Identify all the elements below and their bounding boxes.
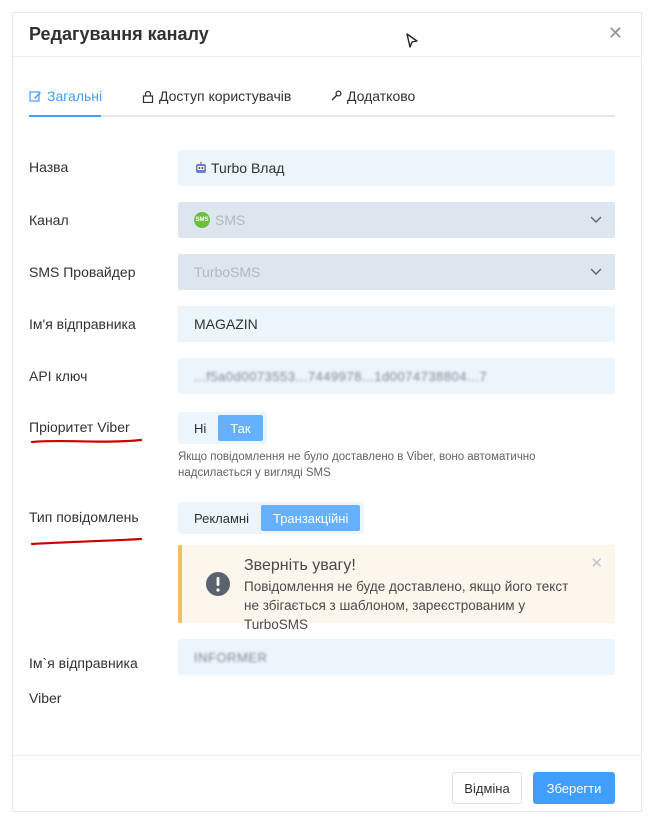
edit-icon — [29, 90, 41, 102]
close-icon[interactable]: ✕ — [590, 554, 603, 572]
tab-user-access[interactable]: Доступ користувачів — [142, 88, 291, 104]
tab-general[interactable]: Загальні — [29, 88, 102, 104]
api-key-label: API ключ — [29, 368, 88, 384]
viber-sender-label: Ім`я відправника Viber — [29, 655, 138, 706]
sender-value: MAGAZIN — [194, 316, 258, 332]
chevron-down-icon — [590, 216, 602, 223]
provider-value: TurboSMS — [194, 264, 261, 280]
exclamation-icon — [206, 572, 230, 596]
tab-bar: Загальні Доступ користувачів Додатково — [29, 85, 615, 117]
tab-general-label: Загальні — [47, 88, 103, 104]
viber-priority-no[interactable]: Ні — [182, 415, 218, 441]
warning-alert: Зверніть увагу! Повідомлення не буде дос… — [178, 545, 615, 632]
active-tab-indicator — [29, 115, 101, 117]
viber-priority-yes[interactable]: Так — [218, 415, 263, 441]
cancel-button[interactable]: Відміна — [452, 772, 522, 804]
save-button[interactable]: Зберегти — [533, 772, 615, 804]
channel-select[interactable]: SMS SMS — [178, 202, 615, 238]
chevron-down-icon — [590, 268, 602, 275]
red-underline-annotation — [31, 537, 143, 546]
red-underline-annotation — [31, 438, 143, 444]
name-label: Назва — [29, 159, 69, 175]
message-type-label: Тип повідомлень — [29, 509, 139, 525]
robot-icon — [196, 161, 206, 173]
sender-label: Ім'я відправника — [29, 316, 136, 332]
edit-channel-dialog: Редагування каналу ✕ Загальні Доступ кор… — [12, 12, 642, 812]
message-type-advertising[interactable]: Рекламні — [182, 505, 261, 531]
dialog-header: Редагування каналу ✕ — [13, 13, 641, 57]
viber-priority-toggle: Ні Так — [178, 412, 267, 444]
lock-icon — [142, 90, 154, 103]
name-value: Turbo Влад — [211, 160, 285, 176]
sender-input[interactable]: MAGAZIN — [178, 306, 615, 342]
alert-title: Зверніть увагу! — [244, 557, 356, 574]
provider-label: SMS Провайдер — [29, 264, 136, 280]
viber-sender-value: INFORMER — [194, 649, 268, 665]
dialog-title: Редагування каналу — [29, 24, 209, 44]
tab-additional-label: Додатково — [347, 88, 416, 104]
tab-additional[interactable]: Додатково — [330, 88, 415, 104]
viber-priority-hint: Якщо повідомлення не було доставлено в V… — [178, 451, 536, 479]
message-type-toggle: Рекламні Транзакційні — [178, 502, 365, 534]
viber-sender-input[interactable]: INFORMER — [178, 639, 615, 675]
api-key-value: ...f5a0d0073553...7449978...1d0074738804… — [194, 368, 488, 384]
api-key-input[interactable]: ...f5a0d0073553...7449978...1d0074738804… — [178, 358, 615, 394]
tab-user-access-label: Доступ користувачів — [159, 88, 292, 104]
viber-priority-label: Пріоритет Viber — [29, 419, 130, 435]
sms-icon: SMS — [194, 212, 210, 228]
close-icon[interactable]: ✕ — [608, 23, 623, 44]
footer-divider — [13, 755, 641, 756]
name-input[interactable]: Turbo Влад — [178, 150, 615, 186]
channel-label: Канал — [29, 212, 69, 228]
wrench-icon — [331, 90, 342, 101]
message-type-transactional[interactable]: Транзакційні — [260, 505, 361, 531]
provider-select[interactable]: TurboSMS — [178, 254, 615, 290]
mouse-cursor-icon — [406, 33, 418, 48]
alert-text: Повідомлення не буде доставлено, якщо йо… — [244, 579, 569, 632]
channel-value: SMS — [215, 212, 246, 228]
